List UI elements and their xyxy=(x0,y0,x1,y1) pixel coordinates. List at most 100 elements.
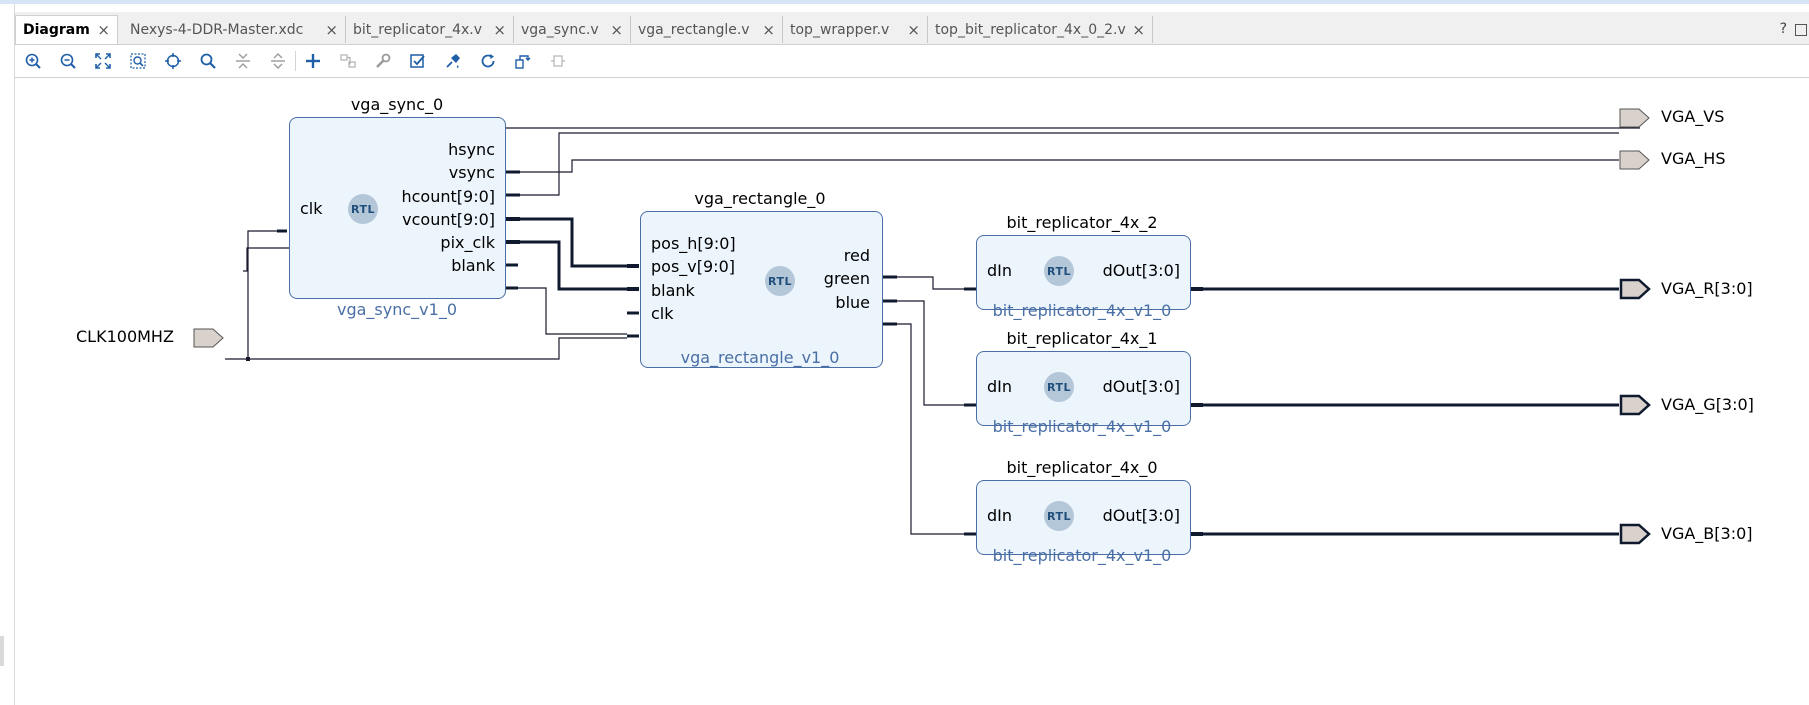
net-layer xyxy=(225,132,1619,536)
block-diagram-canvas[interactable]: vga_sync_0 clk RTL hsync vsync hcount[9:… xyxy=(15,78,1809,705)
bit-replicator-0-block[interactable]: dIn RTL dOut[3:0] xyxy=(976,480,1191,555)
net-green xyxy=(887,300,966,406)
net-blank xyxy=(506,287,627,335)
close-icon[interactable]: × xyxy=(762,21,775,39)
tabbar-right-controls: ? xyxy=(1780,21,1807,37)
pin-dout: dOut[3:0] xyxy=(1102,377,1180,396)
make-connection-icon xyxy=(340,54,356,68)
rtl-badge-icon: RTL xyxy=(1044,256,1074,286)
net-vsync-to-vga-vs xyxy=(506,132,1619,196)
auto-fit-selection-icon xyxy=(165,53,181,69)
close-icon[interactable]: × xyxy=(493,21,506,39)
port-label-vga-b: VGA_B[3:0] xyxy=(1661,524,1753,543)
port-label-vga-hs: VGA_HS xyxy=(1661,149,1726,168)
zoom-out-button[interactable] xyxy=(56,50,80,72)
left-gutter xyxy=(0,4,15,705)
close-icon[interactable]: × xyxy=(1132,21,1145,39)
pin-pos-v: pos_v[9:0] xyxy=(651,257,735,276)
auto-fit-selection-button[interactable] xyxy=(161,50,185,72)
tab-vga-rectangle-v[interactable]: vga_rectangle.v × xyxy=(631,16,783,43)
collapse-all-icon xyxy=(236,53,250,69)
pin-pos-h: pos_h[9:0] xyxy=(651,234,736,253)
rep1-module-name: bit_replicator_4x_v1_0 xyxy=(992,417,1172,436)
tab-top-bit-replicator-v[interactable]: top_bit_replicator_4x_0_2.v × xyxy=(928,16,1153,43)
input-port-clk100mhz[interactable] xyxy=(193,328,225,348)
help-icon[interactable]: ? xyxy=(1780,21,1787,37)
close-icon[interactable]: × xyxy=(97,21,110,39)
output-port-vga-hs[interactable] xyxy=(1619,150,1651,170)
zoom-out-icon xyxy=(60,53,76,69)
close-icon[interactable]: × xyxy=(325,21,338,39)
zoom-in-button[interactable] xyxy=(21,50,45,72)
close-icon[interactable]: × xyxy=(907,21,920,39)
optimize-routing-button[interactable] xyxy=(511,50,535,72)
add-ip-button[interactable] xyxy=(301,50,325,72)
pin-vcount: vcount[9:0] xyxy=(402,210,495,229)
pin-pix-clk: pix_clk xyxy=(440,233,495,252)
clk-junction-dot xyxy=(246,357,250,361)
disabled-action-icon xyxy=(551,55,565,67)
net-blue xyxy=(887,323,966,535)
tab-label: bit_replicator_4x.v xyxy=(353,21,483,38)
vga-rectangle-module-name: vga_rectangle_v1_0 xyxy=(680,348,840,367)
pin-green: green xyxy=(823,269,870,288)
tab-label: top_wrapper.v xyxy=(790,21,890,38)
properties-button[interactable] xyxy=(371,50,395,72)
output-port-vga-g[interactable] xyxy=(1619,394,1651,416)
tab-diagram[interactable]: Diagram × xyxy=(15,15,118,44)
net-red xyxy=(887,276,966,290)
validate-design-icon xyxy=(410,54,425,68)
collapse-all-button[interactable] xyxy=(231,50,255,72)
zoom-fit-button[interactable] xyxy=(91,50,115,72)
diagram-toolbar xyxy=(15,45,1809,78)
pin-din: dIn xyxy=(987,261,1013,280)
pin-blank: blank xyxy=(651,281,695,300)
output-port-vga-b[interactable] xyxy=(1619,523,1651,545)
tab-top-wrapper-v[interactable]: top_wrapper.v × xyxy=(783,16,928,43)
rep2-module-name: bit_replicator_4x_v1_0 xyxy=(992,301,1172,320)
disabled-action-button[interactable] xyxy=(546,50,570,72)
tab-label: top_bit_replicator_4x_0_2.v xyxy=(935,21,1126,38)
add-ip-icon xyxy=(306,54,320,68)
rep1-instance-name: bit_replicator_4x_1 xyxy=(1006,329,1158,348)
pin-din: dIn xyxy=(987,506,1013,525)
tab-bit-replicator-v[interactable]: bit_replicator_4x.v × xyxy=(346,16,514,43)
tab-nexys-xdc[interactable]: Nexys-4-DDR-Master.xdc × xyxy=(123,16,346,43)
make-connection-button[interactable] xyxy=(336,50,360,72)
close-icon[interactable]: × xyxy=(610,21,623,39)
validate-design-button[interactable] xyxy=(406,50,430,72)
maximize-icon[interactable] xyxy=(1795,24,1807,36)
tab-vga-sync-v[interactable]: vga_sync.v × xyxy=(514,16,631,43)
bit-replicator-1-block[interactable]: dIn RTL dOut[3:0] xyxy=(976,351,1191,426)
regenerate-layout-button[interactable] xyxy=(476,50,500,72)
expand-all-button[interactable] xyxy=(266,50,290,72)
tab-label: Nexys-4-DDR-Master.xdc xyxy=(130,21,304,38)
zoom-area-button[interactable] xyxy=(126,50,150,72)
rtl-badge-icon: RTL xyxy=(765,266,795,296)
pin-din: dIn xyxy=(987,377,1013,396)
optimize-routing-icon xyxy=(515,55,531,69)
vga-rectangle-instance-name: vga_rectangle_0 xyxy=(694,189,826,208)
zoom-fit-icon xyxy=(95,53,111,69)
pin-hcount: hcount[9:0] xyxy=(401,187,495,206)
tab-label: Diagram xyxy=(23,22,90,38)
vga-sync-module-name: vga_sync_v1_0 xyxy=(337,300,457,319)
pin-blue: blue xyxy=(835,293,870,312)
auto-connect-button[interactable] xyxy=(441,50,465,72)
output-port-vga-r[interactable] xyxy=(1619,278,1651,300)
vga-sync-instance-name: vga_sync_0 xyxy=(350,95,444,114)
port-label-vga-vs: VGA_VS xyxy=(1661,107,1725,126)
rtl-badge-icon: RTL xyxy=(1044,372,1074,402)
bit-replicator-2-block[interactable]: dIn RTL dOut[3:0] xyxy=(976,235,1191,310)
editor-tab-bar: Diagram × Nexys-4-DDR-Master.xdc × bit_r… xyxy=(15,12,1809,45)
search-button[interactable] xyxy=(196,50,220,72)
rep0-instance-name: bit_replicator_4x_0 xyxy=(1006,458,1158,477)
rep2-instance-name: bit_replicator_4x_2 xyxy=(1006,213,1158,232)
port-label-vga-r: VGA_R[3:0] xyxy=(1661,279,1753,298)
vga-sync-block[interactable]: clk RTL hsync vsync hcount[9:0] vcount[9… xyxy=(289,117,506,299)
output-port-vga-vs[interactable] xyxy=(1619,108,1651,128)
pin-hsync: hsync xyxy=(448,140,495,159)
vga-rectangle-block[interactable]: pos_h[9:0] pos_v[9:0] blank clk RTL red … xyxy=(640,211,883,368)
net-hsync-to-vga-hs xyxy=(506,159,1619,173)
net-clk-to-sync xyxy=(247,230,287,359)
